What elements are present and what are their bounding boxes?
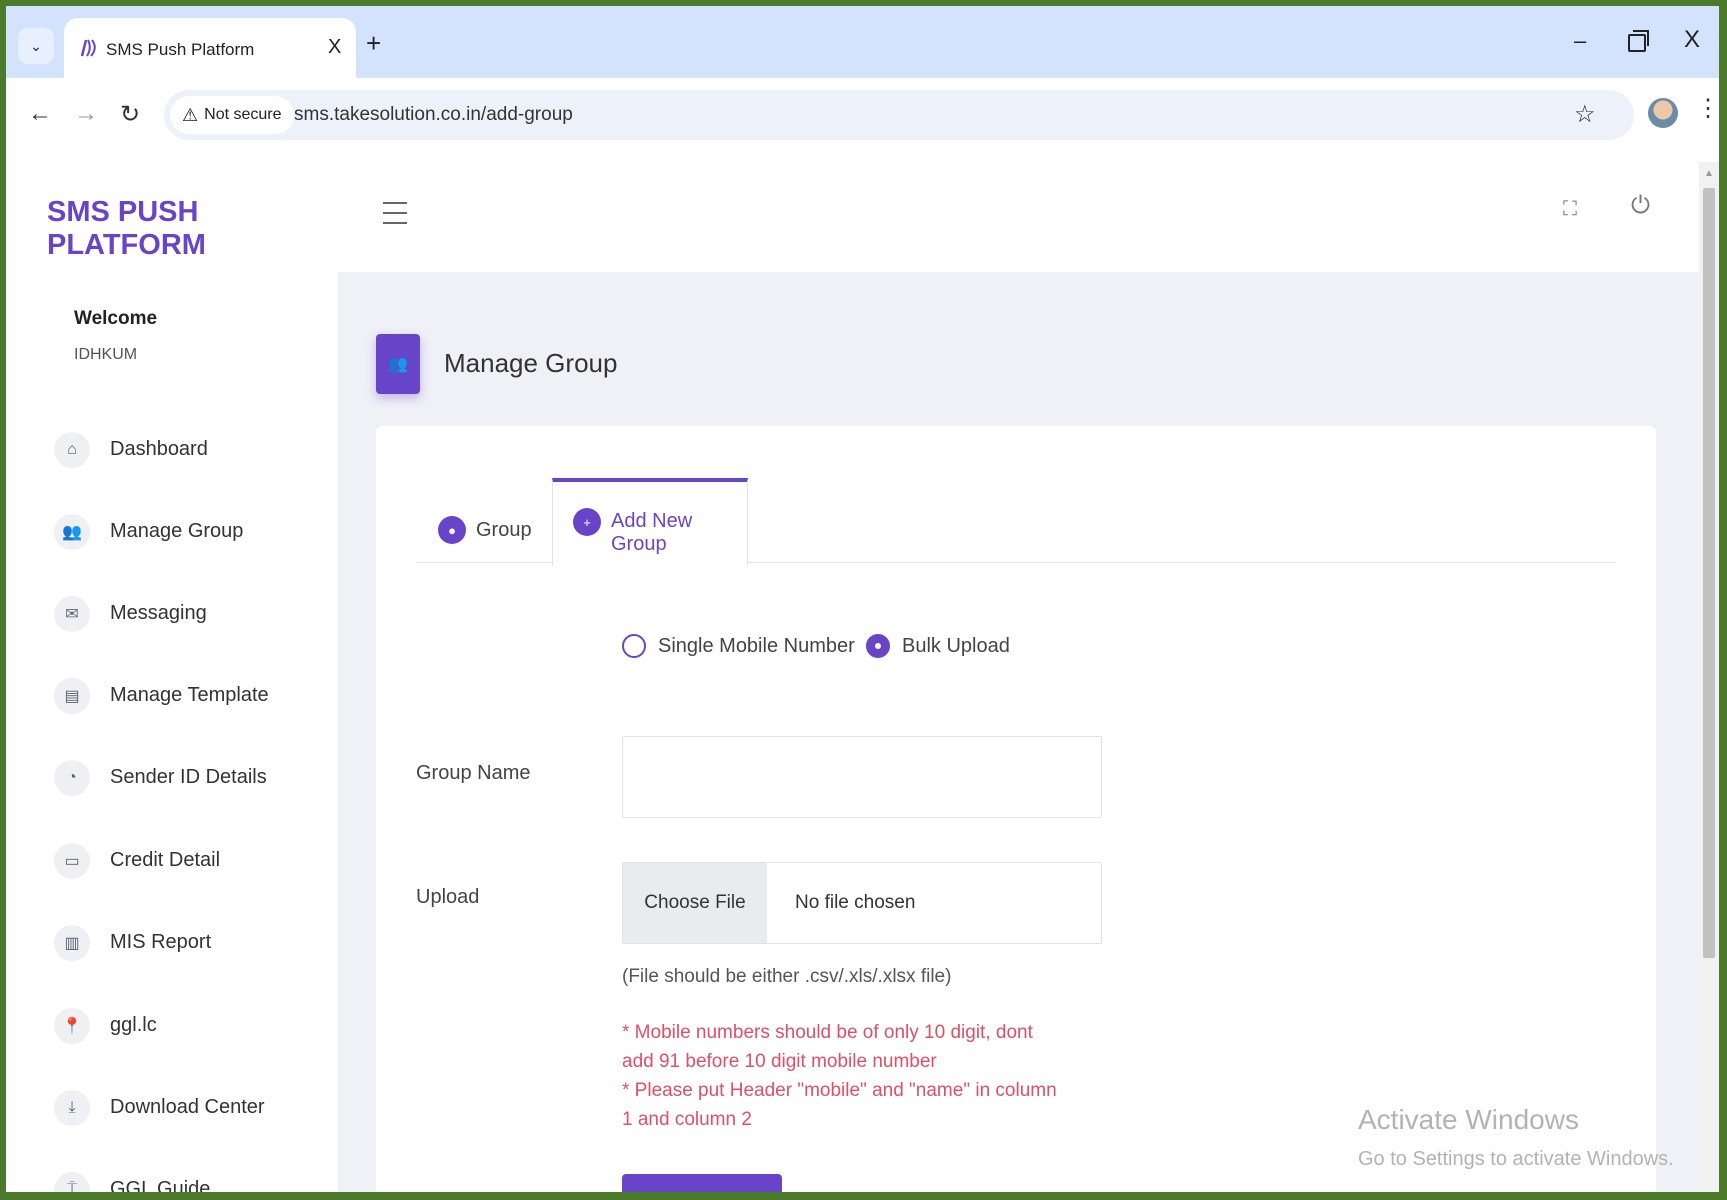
back-icon[interactable]: ← [28, 100, 52, 128]
group-name-input[interactable] [622, 736, 1102, 818]
sidebar-item-ggl-guide[interactable]: ⍑ GGL Guide [54, 1172, 334, 1192]
envelope-icon: ✉ [54, 596, 90, 632]
sidebar-item-label: MIS Report [110, 931, 212, 953]
sidebar-item-download-center[interactable]: ⤓ Download Center [54, 1090, 334, 1136]
address-bar[interactable]: ⚠ Not secure sms.takesolution.co.in/add-… [164, 90, 1634, 140]
group-name-label: Group Name [416, 762, 531, 784]
fullscreen-icon[interactable]: ⛶ [1563, 198, 1577, 221]
choose-file-button[interactable]: Choose File [623, 863, 767, 943]
security-label: Not secure [204, 106, 282, 123]
users-icon: 👥 [54, 514, 90, 550]
tab-search-button[interactable]: ⌄ [18, 28, 54, 64]
forward-icon[interactable]: → [74, 100, 98, 128]
security-chip[interactable]: ⚠ Not secure [170, 96, 294, 134]
upload-warnings: * Mobile numbers should be of only 10 di… [622, 1018, 1062, 1134]
sidebar-item-label: Manage Group [110, 520, 244, 542]
sidebar-item-ggl-lc[interactable]: 📍 ggl.lc [54, 1008, 334, 1054]
sidebar-item-label: Messaging [110, 602, 207, 624]
minimize-icon[interactable]: – [1574, 28, 1586, 54]
sidebar-item-label: Download Center [110, 1096, 265, 1118]
activate-windows-title: Activate Windows [1358, 1104, 1579, 1135]
sidebar-item-label: Manage Template [110, 684, 269, 706]
sidebar-item-label: Sender ID Details [110, 766, 267, 788]
toolbar: ← → ↻ ⚠ Not secure sms.takesolution.co.i… [6, 78, 1719, 163]
app-logo[interactable]: SMS PUSH PLATFORM [47, 196, 338, 262]
radio-bulk-upload[interactable]: Bulk Upload [866, 634, 1010, 658]
add-users-icon: + [573, 508, 601, 536]
sidebar-item-label: Credit Detail [110, 849, 221, 871]
user-icon: ● [438, 516, 466, 544]
sidebar-item-credit-detail[interactable]: ▭ Credit Detail [54, 843, 334, 889]
activate-windows-subtitle: Go to Settings to activate Windows. [1358, 1148, 1674, 1170]
sidebar-item-sender-id-details[interactable]: ◔ Sender ID Details [54, 760, 334, 806]
signal-favicon-icon [80, 39, 96, 57]
tab-add-new-group[interactable]: + Add New Group [552, 478, 748, 566]
file-hint: (File should be either .csv/.xls/.xlsx f… [622, 966, 952, 987]
url-text[interactable]: sms.takesolution.co.in/add-group [294, 104, 573, 126]
document-icon: ▤ [54, 678, 90, 714]
pin-icon: 📍 [54, 1008, 90, 1044]
sidebar-item-mis-report[interactable]: ▥ MIS Report [54, 925, 334, 971]
tab-close-icon[interactable]: X [328, 36, 341, 59]
browser-window: ⌄ SMS Push Platform X + – X ← → ↻ ⚠ Not … [6, 6, 1719, 1192]
download-icon: ⤓ [54, 1090, 90, 1126]
radio-button[interactable] [622, 634, 646, 658]
top-navbar: ⛶ ⏻ [338, 162, 1699, 272]
browser-tab[interactable]: SMS Push Platform X [64, 18, 356, 78]
sidebar-item-label: ggl.lc [110, 1014, 157, 1036]
hamburger-menu-icon[interactable] [383, 202, 407, 224]
warning-mobile-digits: * Mobile numbers should be of only 10 di… [622, 1022, 1033, 1072]
sidebar-item-messaging[interactable]: ✉ Messaging [54, 596, 334, 642]
sidebar-item-label: Dashboard [110, 438, 208, 460]
chevron-down-icon: ⌄ [30, 37, 42, 54]
more-menu-icon[interactable]: ⋮ [1696, 94, 1719, 123]
sidebar-item-label: GGL Guide [110, 1178, 211, 1192]
welcome-label: Welcome [74, 308, 158, 329]
restore-icon[interactable] [1628, 30, 1649, 52]
tab-title: SMS Push Platform [106, 40, 255, 59]
credit-card-icon: ▭ [54, 843, 90, 879]
badge-icon: ◔ [54, 760, 90, 796]
form-card: ● Group + Add New Group Single Mobile Nu… [376, 426, 1656, 1192]
new-tab-icon[interactable]: + [366, 28, 381, 59]
submit-button[interactable] [622, 1174, 782, 1192]
page-title: Manage Group [444, 348, 618, 378]
main-content: 👥 Manage Group ● Group + Add New Group S… [338, 272, 1699, 1192]
file-status: No file chosen [795, 892, 916, 913]
tab-strip: ⌄ SMS Push Platform X + – X [6, 6, 1719, 78]
bookmark-star-icon[interactable]: ☆ [1574, 100, 1596, 129]
radio-label: Single Mobile Number [658, 634, 855, 657]
sidebar: SMS PUSH PLATFORM Welcome IDHKUM ⌂ Dashb… [6, 162, 338, 1192]
reload-icon[interactable]: ↻ [120, 100, 140, 129]
warning-icon: ⚠ [182, 104, 199, 125]
page-scrollbar[interactable]: ▲ [1699, 162, 1719, 1192]
scroll-up-icon[interactable]: ▲ [1704, 168, 1714, 179]
paint-roller-icon: ⍑ [54, 1172, 90, 1192]
username: IDHKUM [74, 346, 138, 363]
home-icon: ⌂ [54, 432, 90, 468]
warning-header-columns: * Please put Header "mobile" and "name" … [622, 1080, 1057, 1130]
radio-button[interactable] [866, 634, 890, 658]
sidebar-item-manage-template[interactable]: ▤ Manage Template [54, 678, 334, 724]
profile-avatar[interactable] [1648, 98, 1678, 128]
sidebar-item-manage-group[interactable]: 👥 Manage Group [54, 514, 334, 560]
tab-label: Group [476, 519, 532, 541]
file-input[interactable]: Choose File No file chosen [622, 862, 1102, 944]
tab-group[interactable]: ● Group [416, 498, 546, 562]
radio-label: Bulk Upload [902, 634, 1010, 657]
radio-single-mobile[interactable]: Single Mobile Number [622, 634, 855, 658]
tab-label: Add New Group [611, 510, 693, 555]
web-page: SMS PUSH PLATFORM Welcome IDHKUM ⌂ Dashb… [6, 162, 1699, 1192]
group-header-icon: 👥 [376, 334, 420, 394]
sidebar-item-dashboard[interactable]: ⌂ Dashboard [54, 432, 334, 478]
upload-label: Upload [416, 886, 480, 908]
scrollbar-thumb[interactable] [1703, 188, 1715, 958]
window-close-icon[interactable]: X [1684, 26, 1700, 54]
power-icon[interactable]: ⏻ [1631, 192, 1650, 220]
bar-chart-icon: ▥ [54, 925, 90, 961]
